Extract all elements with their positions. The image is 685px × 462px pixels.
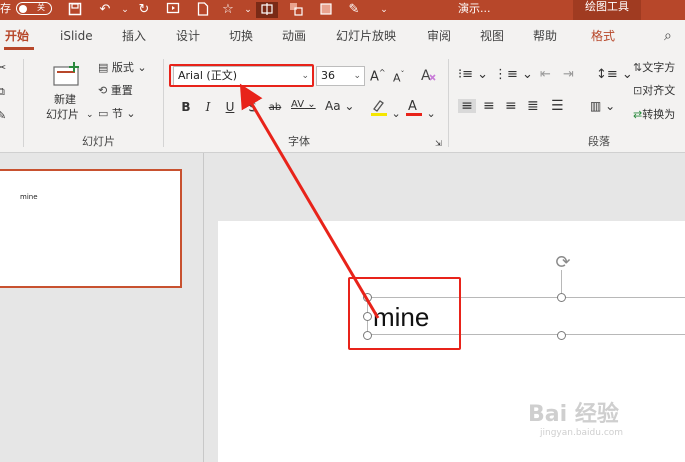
annotation-arrow <box>239 83 380 319</box>
watermark-logo: Bai 经验 <box>528 402 619 427</box>
watermark-url: jingyan.baidu.com <box>540 428 624 438</box>
